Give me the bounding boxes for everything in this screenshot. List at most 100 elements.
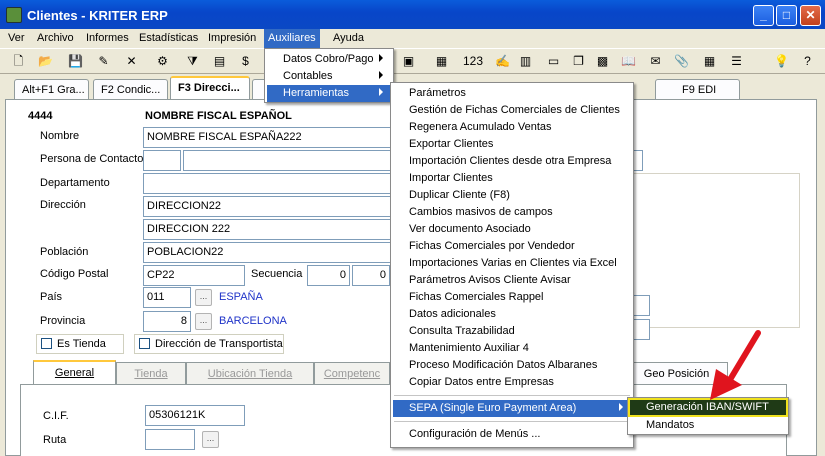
menu-ver[interactable]: Ver [8, 32, 25, 44]
tab-graficos[interactable]: Alt+F1 Gra... [14, 79, 89, 100]
clip-icon[interactable]: 📎 [673, 53, 690, 70]
table-icon[interactable]: ▦ [701, 53, 718, 70]
money-icon[interactable]: $ [237, 53, 254, 70]
filter-icon[interactable]: ⧩ [184, 53, 201, 70]
menu-item-auxiliar4[interactable]: Mantenimiento Auxiliar 4 [393, 340, 529, 357]
poblacion-field[interactable]: POBLACION22 [143, 242, 393, 263]
minimize-button[interactable]: _ [753, 5, 774, 26]
menu-item-regenera[interactable]: Regenera Acumulado Ventas [393, 119, 552, 136]
tool-icon[interactable]: ⚙ [154, 53, 171, 70]
menu-item-mandatos[interactable]: Mandatos [630, 417, 694, 434]
menu-item-importar[interactable]: Importar Clientes [393, 170, 493, 187]
menu-item-configuracion-menus[interactable]: Configuración de Menús ... [393, 426, 540, 443]
menu-item-duplicar[interactable]: Duplicar Cliente (F8) [393, 187, 510, 204]
secuencia-label: Secuencia [251, 268, 303, 280]
checkbox-icon [139, 338, 150, 349]
menu-estadisticas[interactable]: Estadísticas [139, 32, 198, 44]
pais-code-field[interactable]: 011 [143, 287, 191, 308]
direccion-field-1[interactable]: DIRECCION22 [143, 196, 393, 217]
annotation-arrow-icon [710, 330, 761, 400]
menu-ayuda[interactable]: Ayuda [333, 32, 364, 44]
open-icon[interactable]: 📂 [37, 53, 54, 70]
menu-item-exportar[interactable]: Exportar Clientes [393, 136, 493, 153]
direccion-field-2[interactable]: DIRECCION 222 [143, 219, 393, 240]
submenu-arrow-icon [379, 54, 383, 62]
ruta-field[interactable] [145, 429, 195, 450]
provincia-code-field[interactable]: 8 [143, 311, 191, 332]
toolbar: 🗋 📂 💾 ✎ ✕ ⚙ ⧩ ▤ $ ▣ ▦ 123 ✍ ▥ ▭ ❐ ▩ 📖 ✉ … [0, 48, 825, 74]
cif-field[interactable]: 05306121K [145, 405, 245, 426]
menu-item-cambios-masivos[interactable]: Cambios masivos de campos [393, 204, 553, 221]
ruta-label: Ruta [43, 434, 67, 446]
title-bar: Clientes - KRITER ERP _ □ ✕ [0, 0, 825, 30]
help-icon[interactable]: ? [799, 53, 816, 70]
save-icon[interactable]: 💾 [67, 53, 84, 70]
secuencia-field-1[interactable]: 0 [307, 265, 350, 286]
menu-item-trazabilidad[interactable]: Consulta Trazabilidad [393, 323, 515, 340]
pen-icon[interactable]: ✍ [494, 53, 511, 70]
menu-item-parametros[interactable]: Parámetros [393, 85, 466, 102]
nombre-field[interactable]: NOMBRE FISCAL ESPAÑA222 [143, 127, 393, 148]
report-icon[interactable]: ▤ [211, 53, 228, 70]
menu-item-herramientas[interactable]: Herramientas [267, 85, 391, 102]
menu-informes[interactable]: Informes [86, 32, 129, 44]
menu-item-importacion-empresa[interactable]: Importación Clientes desde otra Empresa [393, 153, 611, 170]
menu-archivo[interactable]: Archivo [37, 32, 74, 44]
menu-impresion[interactable]: Impresión [208, 32, 256, 44]
menu-auxiliares[interactable]: Auxiliares [264, 29, 320, 48]
lightbulb-icon[interactable]: 💡 [773, 53, 790, 70]
menu-item-importaciones-excel[interactable]: Importaciones Varias en Clientes via Exc… [393, 255, 617, 272]
new-icon[interactable]: 🗋 [10, 53, 27, 70]
app-icon [6, 7, 22, 23]
menu-item-copiar-datos[interactable]: Copiar Datos entre Empresas [393, 374, 554, 391]
subtab-general[interactable]: General [33, 360, 116, 385]
secuencia-field-2[interactable]: 0 [352, 265, 390, 286]
chart-icon[interactable]: ▥ [517, 53, 534, 70]
provincia-lookup-button[interactable]: ... [195, 313, 212, 330]
menu-item-avisos[interactable]: Parámetros Avisos Cliente Avisar [393, 272, 571, 289]
submenu-arrow-icon [619, 403, 623, 411]
menu-item-sepa[interactable]: SEPA (Single Euro Payment Area) [393, 400, 631, 417]
es-tienda-checkbox[interactable]: Es Tienda [36, 334, 124, 354]
form-icon[interactable]: ▦ [433, 53, 450, 70]
tab-edi[interactable]: F9 EDI [655, 79, 740, 100]
contacto-field[interactable] [183, 150, 393, 171]
menu-item-label: Herramientas [283, 87, 350, 99]
card-icon[interactable]: ▭ [545, 53, 562, 70]
departamento-field[interactable] [143, 173, 393, 194]
briefcase-icon[interactable]: ▣ [400, 53, 417, 70]
delete-icon[interactable]: ✕ [123, 53, 140, 70]
tab-direcciones[interactable]: F3 Direcci... [170, 76, 250, 101]
grid-icon[interactable]: ▩ [594, 53, 611, 70]
contacto-title-field[interactable] [143, 150, 181, 171]
client-code: 4444 [28, 110, 53, 122]
maximize-button[interactable]: □ [776, 5, 797, 26]
menu-item-fichas-rappel[interactable]: Fichas Comerciales Rappel [393, 289, 544, 306]
menu-item-gestion-fichas[interactable]: Gestión de Fichas Comerciales de Cliente… [393, 102, 620, 119]
pais-lookup-button[interactable]: ... [195, 289, 212, 306]
menu-item-fichas-vendedor[interactable]: Fichas Comerciales por Vendedor [393, 238, 575, 255]
subtab-ubicacion-tienda[interactable]: Ubicación Tienda [186, 362, 314, 384]
tab-condiciones[interactable]: F2 Condic... [93, 79, 168, 100]
list-icon[interactable]: ☰ [728, 53, 745, 70]
book-icon[interactable]: 📖 [620, 53, 637, 70]
stamp-icon[interactable]: ✉ [647, 53, 664, 70]
close-button[interactable]: ✕ [800, 5, 821, 26]
numbers-icon[interactable]: 123 [463, 53, 483, 70]
menu-item-datos-adicionales[interactable]: Datos adicionales [393, 306, 496, 323]
menu-item-contables[interactable]: Contables [267, 68, 391, 85]
copy-icon[interactable]: ❐ [570, 53, 587, 70]
pais-name: ESPAÑA [219, 291, 263, 303]
edit-icon[interactable]: ✎ [95, 53, 112, 70]
direccion-label: Dirección [40, 199, 86, 211]
menu-item-modificacion-albaranes[interactable]: Proceso Modificación Datos Albaranes [393, 357, 597, 374]
menu-item-ver-documento[interactable]: Ver documento Asociado [393, 221, 531, 238]
provincia-label: Provincia [40, 315, 86, 327]
dir-transportista-checkbox[interactable]: Dirección de Transportista [134, 334, 284, 354]
codigo-postal-field[interactable]: CP22 [143, 265, 245, 286]
subtab-tienda[interactable]: Tienda [116, 362, 186, 384]
pais-label: País [40, 291, 63, 303]
ruta-lookup-button[interactable]: ... [202, 431, 219, 448]
menu-item-datos-cobro[interactable]: Datos Cobro/Pago [267, 51, 391, 68]
subtab-competencia[interactable]: Competenc [314, 362, 390, 384]
